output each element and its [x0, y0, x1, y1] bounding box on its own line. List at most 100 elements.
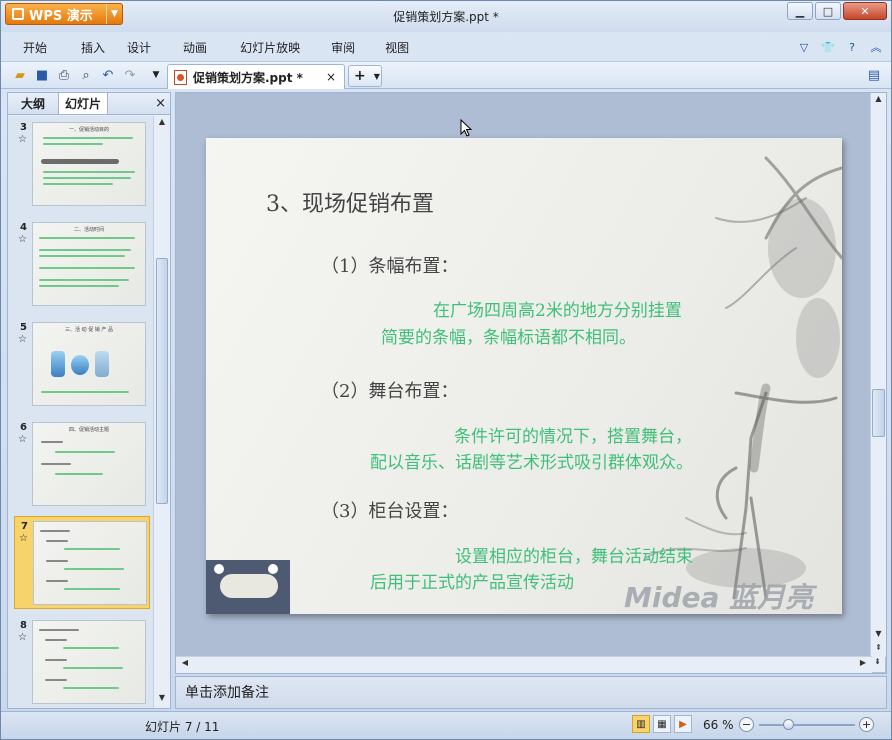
plus-icon: + [354, 68, 366, 84]
slide-thumbnail-7[interactable]: 7 ☆ [14, 516, 150, 609]
notes-pane[interactable]: 单击添加备注 [175, 676, 887, 709]
menu-bar: 开始 插入 设计 动画 幻灯片放映 审阅 视图 ▽ 👕 ? ︽ [1, 34, 891, 60]
section-3-line-2: 后用于正式的产品宣传活动 [370, 573, 574, 593]
quick-access-toolbar: ▰ ■ ⎙ ⌕ ↶ ↷ ▼ 促销策划方案.ppt * × + ▼ ▤ [1, 61, 891, 89]
zoom-out-icon[interactable]: − [739, 717, 754, 732]
thumbnail-title: 二、活动时间 [73, 227, 104, 233]
chevron-down-icon[interactable]: ▽ [795, 38, 813, 56]
slideshow-icon[interactable]: ▶ [674, 715, 692, 733]
scroll-thumb[interactable] [872, 389, 885, 437]
slide-thumbnail-6[interactable]: 6 ☆ 四、促销活动主题 [14, 418, 150, 511]
help-icon[interactable]: ? [843, 38, 861, 56]
window-title: 促销策划方案.ppt * [393, 10, 499, 24]
zoom-track[interactable] [759, 724, 855, 726]
menu-insert[interactable]: 插入 [81, 39, 105, 56]
section-heading-1: （1）条幅布置： [321, 256, 459, 277]
section-2-line-2: 配以音乐、话剧等艺术形式吸引群体观众。 [370, 453, 693, 473]
zoom-slider[interactable]: − + [739, 716, 875, 734]
slide-number: 8 [20, 620, 27, 631]
slide-number: 5 [20, 322, 27, 333]
scroll-down-icon[interactable]: ▼ [871, 629, 886, 643]
close-button[interactable]: ✕ [843, 2, 887, 20]
panel-tabs: 大纲 幻灯片 × [8, 93, 170, 115]
close-icon[interactable]: × [155, 96, 166, 111]
slides-panel: 大纲 幻灯片 × 3 ☆ 一、促销活动目的 4 ☆ 二、活动时间 5 ☆ 三、活… [7, 92, 171, 709]
menu-right-tools: ▽ 👕 ? ︽ [795, 38, 885, 56]
mouse-cursor-icon [460, 119, 473, 137]
section-3-line-1: 设置相应的柜台，舞台活动结束 [455, 547, 693, 567]
normal-view-icon[interactable]: ▥ [632, 715, 650, 733]
thumbnail-preview: 一、促销活动目的 [32, 122, 146, 206]
save-icon[interactable]: ■ [33, 66, 51, 84]
section-heading-3: （3）柜台设置： [321, 501, 459, 522]
maximize-button[interactable]: □ [815, 2, 841, 20]
menu-home[interactable]: 开始 [23, 39, 47, 56]
slide-title: 3、现场促销布置 [266, 192, 434, 217]
layout-icon[interactable]: ▤ [865, 66, 883, 84]
shirt-icon[interactable]: 👕 [819, 38, 837, 56]
scroll-up-icon[interactable]: ▲ [154, 117, 170, 131]
thumbnail-preview [33, 521, 147, 605]
status-bar: 幻灯片 7 / 11 ▥ ▦ ▶ 66 % − + [1, 711, 891, 739]
animation-star-icon: ☆ [18, 134, 27, 145]
thumbnail-preview [32, 620, 146, 704]
section-1-line-2: 简要的条幅，条幅标语都不相同。 [381, 328, 636, 348]
zoom-knob[interactable] [783, 719, 794, 730]
next-slide-icon[interactable]: ⇟ [870, 657, 885, 672]
menu-view[interactable]: 视图 [385, 39, 409, 56]
slide-thumbnail-4[interactable]: 4 ☆ 二、活动时间 [14, 218, 150, 311]
cartoon-badge [206, 560, 290, 614]
redo-icon[interactable]: ↷ [121, 66, 139, 84]
animation-star-icon: ☆ [19, 533, 28, 544]
scroll-thumb[interactable] [156, 258, 168, 504]
slide-number: 7 [21, 521, 28, 532]
editor-vertical-scrollbar[interactable]: ▲ ▼ ⇞ [870, 93, 886, 657]
document-tab[interactable]: 促销策划方案.ppt * × [167, 64, 345, 89]
new-tab-button[interactable]: + ▼ [348, 65, 382, 87]
minimize-button[interactable]: ▁ [787, 2, 813, 20]
tab-slides[interactable]: 幻灯片 [58, 93, 108, 114]
dropdown-icon[interactable]: ▼ [147, 66, 165, 84]
thumbnail-title: 四、促销活动主题 [68, 427, 109, 433]
menu-review[interactable]: 审阅 [331, 39, 355, 56]
scroll-right-icon[interactable]: ▶ [856, 658, 870, 672]
slide-thumbnail-8[interactable]: 8 ☆ [14, 616, 150, 708]
document-tab-label: 促销策划方案.ppt * [193, 70, 303, 85]
slide-canvas[interactable]: 3、现场促销布置 （1）条幅布置： 在广场四周高2米的地方分别挂置 简要的条幅，… [206, 138, 842, 614]
undo-icon[interactable]: ↶ [99, 66, 117, 84]
slide-editor: 3、现场促销布置 （1）条幅布置： 在广场四周高2米的地方分别挂置 简要的条幅，… [175, 92, 887, 674]
zoom-level: 66 % [703, 718, 734, 732]
thumbnail-preview: 四、促销活动主题 [32, 422, 146, 506]
scroll-left-icon[interactable]: ◀ [178, 658, 192, 672]
thumbnail-preview: 二、活动时间 [32, 222, 146, 306]
slide-sorter-icon[interactable]: ▦ [653, 715, 671, 733]
slide-thumbnail-3[interactable]: 3 ☆ 一、促销活动目的 [14, 118, 150, 211]
editor-horizontal-scrollbar[interactable]: ◀ ▶ [176, 656, 872, 673]
previous-slide-icon[interactable]: ⇞ [871, 643, 886, 657]
caption-buttons: ▁ □ ✕ [787, 2, 887, 20]
slide-number: 4 [20, 222, 27, 233]
animation-star-icon: ☆ [18, 632, 27, 643]
open-icon[interactable]: ▰ [11, 66, 29, 84]
slide-thumbnail-5[interactable]: 5 ☆ 三、活 动 促 销 产 品 [14, 318, 150, 411]
scroll-down-icon[interactable]: ▼ [154, 693, 170, 707]
print-preview-icon[interactable]: ⌕ [77, 66, 95, 84]
print-icon[interactable]: ⎙ [55, 66, 73, 84]
slide-number: 3 [20, 122, 27, 133]
menu-design[interactable]: 设计 [127, 39, 151, 56]
slide-number: 6 [20, 422, 27, 433]
tab-outline[interactable]: 大纲 [8, 93, 58, 114]
title-bar: WPS 演示 ▼ 促销策划方案.ppt * ▁ □ ✕ [1, 1, 891, 32]
close-tab-icon[interactable]: × [326, 70, 336, 84]
thumbnail-title: 三、活 动 促 销 产 品 [65, 327, 113, 333]
slide-counter: 幻灯片 7 / 11 [145, 720, 220, 734]
expand-icon[interactable]: ︽ [867, 38, 885, 56]
scroll-up-icon[interactable]: ▲ [871, 94, 886, 108]
watermark-logo: Midea 蓝月亮 [624, 581, 814, 614]
menu-animation[interactable]: 动画 [183, 39, 207, 56]
notes-placeholder: 单击添加备注 [185, 685, 269, 701]
panel-scrollbar[interactable]: ▲ ▼ [153, 116, 170, 708]
zoom-in-icon[interactable]: + [859, 717, 874, 732]
chevron-down-icon[interactable]: ▼ [374, 72, 380, 81]
menu-slideshow[interactable]: 幻灯片放映 [240, 39, 300, 56]
